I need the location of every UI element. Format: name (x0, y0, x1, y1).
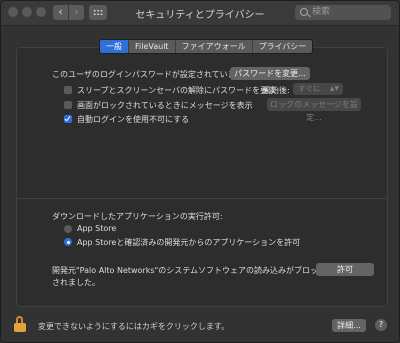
require-password-label: スリープとスクリーンセーバの解除にパスワードを要求 (77, 86, 277, 95)
tab-privacy[interactable]: プライバシー (253, 40, 313, 53)
start-after-label: 開始後: (263, 86, 290, 95)
titlebar: ‹ › セキュリティとプライバシー 検索 (1, 1, 399, 26)
change-password-button[interactable]: パスワードを変更... (230, 67, 310, 80)
lock-body (14, 323, 26, 332)
radio-app-store-identified[interactable] (64, 238, 72, 246)
password-set-text: このユーザのログインパスワードが設定されています (52, 70, 244, 79)
preferences-window: ‹ › セキュリティとプライバシー 検索 このユーザのログインパスワードが設定さ… (0, 0, 400, 343)
lock-message-button[interactable]: ロックのメッセージを設定... (267, 98, 361, 122)
disable-autologin-label: 自動ログインを使用不可にする (77, 115, 190, 124)
blocked-message-line2: されました。 (52, 278, 100, 287)
start-after-value: すぐに (298, 84, 321, 93)
lock-shackle (16, 316, 23, 323)
search-field[interactable]: 検索 (295, 5, 391, 20)
content-panel: このユーザのログインパスワードが設定されています パスワードを変更... スリー… (16, 47, 388, 307)
tab-general[interactable]: 一般 (100, 40, 129, 53)
radio-app-store-identified-label: App Storeと確認済みの開発元からのアプリケーションを許可 (77, 238, 301, 247)
allow-button[interactable]: 許可 (316, 263, 374, 276)
help-icon[interactable]: ? (375, 319, 387, 331)
tab-firewall[interactable]: ファイアウォール (176, 40, 253, 53)
search-placeholder: 検索 (312, 7, 331, 17)
disable-autologin-checkbox[interactable] (64, 115, 72, 123)
tab-bar: 一般 FileVault ファイアウォール プライバシー (99, 39, 314, 54)
section-divider (17, 198, 387, 199)
blocked-message-line1: 開発元"Palo Alto Networks"のシステムソフトウェアの読み込みが… (52, 266, 326, 275)
lock-icon[interactable] (14, 316, 28, 332)
chevron-updown-icon: ▲▼ (329, 85, 339, 92)
radio-app-store[interactable] (64, 225, 72, 233)
require-password-checkbox[interactable] (64, 86, 72, 94)
downloads-heading: ダウンロードしたアプリケーションの実行許可: (52, 212, 223, 221)
lock-message-label: 画面がロックされているときにメッセージを表示 (77, 101, 253, 110)
tab-filevault[interactable]: FileVault (129, 40, 176, 53)
search-icon (300, 8, 308, 16)
lock-hint-text: 変更できないようにするにはカギをクリックします。 (38, 322, 230, 331)
advanced-button[interactable]: 詳細... (332, 319, 366, 332)
lock-message-checkbox[interactable] (64, 101, 72, 109)
radio-app-store-label: App Store (77, 224, 117, 233)
start-after-select[interactable]: すぐに ▲▼ (293, 83, 343, 95)
